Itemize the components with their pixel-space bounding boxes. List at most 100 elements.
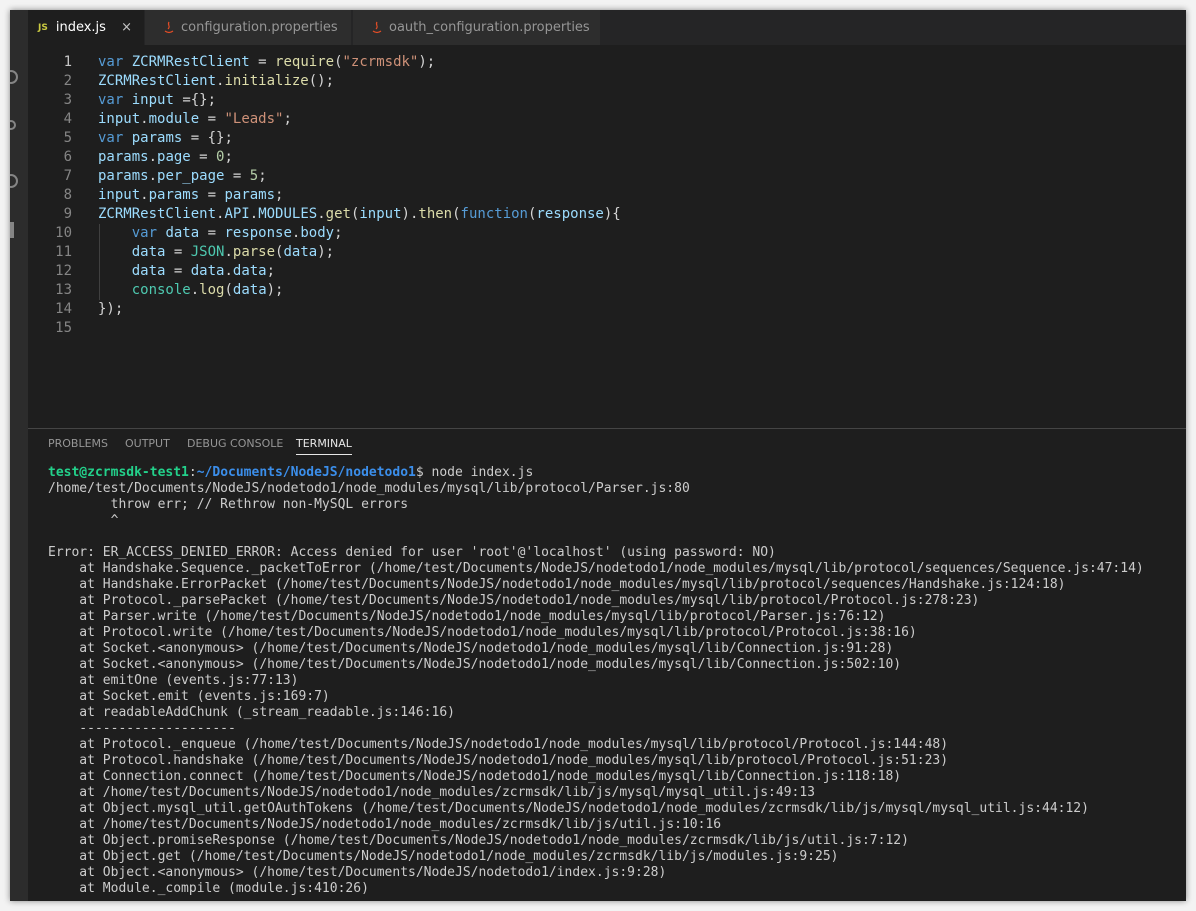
code-token: console [131, 282, 191, 298]
code-token: params [98, 168, 149, 184]
vscode-window: JS index.js × configuration.properties o… [10, 10, 1186, 901]
code-token: data [232, 282, 267, 298]
code-token: ); [418, 54, 436, 70]
tab-oauth-configuration-properties[interactable]: oauth_configuration.properties [353, 10, 601, 45]
terminal-line: at Protocol.write (/home/test/Documents/… [48, 625, 917, 640]
line-number: 7 [63, 168, 72, 184]
terminal-output[interactable]: test@zcrmsdk-test1:~/Documents/NodeJS/no… [48, 465, 1186, 901]
line-number: 14 [55, 301, 72, 317]
code-token: . [148, 149, 158, 165]
code-token: ; [283, 111, 292, 127]
source-control-icon[interactable] [10, 120, 16, 130]
code-token: initialize [224, 73, 309, 89]
code-token: . [317, 206, 326, 222]
code-token: = [165, 263, 191, 279]
code-text: data = JSON.parse(data); [98, 243, 334, 262]
code-token: data [190, 263, 225, 279]
code-token: ); [266, 282, 284, 298]
terminal-line: throw err; // Rethrow non-MySQL errors [48, 497, 409, 512]
line-number: 1 [63, 54, 72, 70]
code-token: "Leads" [224, 111, 284, 127]
code-token: = [190, 149, 217, 165]
editor-tab-bar: JS index.js × configuration.properties o… [28, 10, 1186, 45]
code-token: module [148, 111, 200, 127]
line-number: 8 [63, 187, 72, 203]
code-token: input [98, 111, 141, 127]
terminal-line: ^ [48, 513, 119, 528]
code-token: ( [334, 54, 343, 70]
code-text: console.log(data); [98, 281, 284, 300]
tab-debug-console[interactable]: DEBUG CONSOLE [187, 437, 283, 454]
debug-icon[interactable] [10, 174, 18, 188]
code-token: var [98, 92, 124, 108]
tab-label: configuration.properties [181, 20, 338, 35]
code-token: var [131, 225, 158, 241]
prompt-path: ~/Documents/NodeJS/nodetodo1 [196, 465, 416, 480]
line-number: 6 [63, 149, 72, 165]
code-token: log [199, 282, 225, 298]
java-file-icon [372, 21, 382, 33]
terminal-line: at Parser.write (/home/test/Documents/No… [48, 609, 886, 624]
code-token: MODULES [258, 206, 318, 222]
terminal-line: at Protocol._enqueue (/home/test/Documen… [48, 737, 949, 752]
terminal-line: at Socket.<anonymous> (/home/test/Docume… [48, 657, 902, 672]
search-icon[interactable] [10, 70, 18, 84]
code-token: data [283, 244, 318, 260]
code-token: input [359, 206, 402, 222]
code-token: ZCRMRestClient [131, 54, 250, 70]
terminal-line: at Handshake.ErrorPacket (/home/test/Doc… [48, 577, 1066, 592]
code-token: ={}; [173, 92, 217, 108]
tab-problems[interactable]: PROBLEMS [48, 437, 108, 454]
line-number: 5 [63, 130, 72, 146]
code-token: "zcrmsdk" [342, 54, 419, 70]
code-token: response [224, 225, 292, 241]
line-number: 15 [55, 320, 72, 336]
code-token: params [131, 130, 183, 146]
terminal-line: at Socket.<anonymous> (/home/test/Docume… [48, 641, 894, 656]
tab-configuration-properties[interactable]: configuration.properties [145, 10, 352, 45]
terminal-line: at /home/test/Documents/NodeJS/nodetodo1… [48, 817, 722, 832]
code-text: params.per_page = 5; [98, 167, 267, 186]
code-text: }); [98, 300, 123, 319]
tab-terminal[interactable]: TERMINAL [296, 437, 352, 455]
terminal-line: at Handshake.Sequence._packetToError (/h… [48, 561, 1144, 576]
tab-index-js[interactable]: JS index.js × [28, 10, 145, 45]
code-text: var ZCRMRestClient = require("zcrmsdk"); [98, 53, 435, 72]
code-token: . [249, 206, 259, 222]
code-editor[interactable]: 1 var ZCRMRestClient = require("zcrmsdk")… [28, 45, 1186, 428]
prompt-command: $ node index.js [415, 465, 534, 480]
line-number: 10 [55, 225, 72, 241]
terminal-line: at Object.mysql_util.getOAuthTokens (/ho… [48, 801, 1089, 816]
code-token: params [224, 187, 276, 203]
line-number: 2 [63, 73, 72, 89]
line-number: 11 [55, 244, 72, 260]
tab-label: index.js [55, 20, 106, 35]
terminal-line: at Protocol.handshake (/home/test/Docume… [48, 753, 949, 768]
close-icon[interactable]: × [121, 20, 132, 35]
code-text: var params = {}; [98, 129, 233, 148]
code-token: . [190, 282, 200, 298]
code-token: require [275, 54, 335, 70]
code-token: ). [401, 206, 419, 222]
terminal-line: at readableAddChunk (_stream_readable.js… [48, 705, 455, 720]
extensions-icon[interactable] [10, 222, 14, 238]
terminal-line: at emitOne (events.js:77:13) [48, 673, 299, 688]
code-token: (); [308, 73, 335, 89]
line-number: 13 [55, 282, 72, 298]
code-token: data [131, 244, 166, 260]
code-token: JSON [190, 244, 225, 260]
code-token: ; [258, 168, 267, 184]
code-text: params.page = 0; [98, 148, 233, 167]
code-token: = [199, 225, 225, 241]
activity-bar [10, 10, 28, 901]
code-text: var data = response.body; [98, 224, 343, 243]
code-text: var input ={}; [98, 91, 216, 110]
code-token: function [460, 206, 528, 222]
tab-output[interactable]: OUTPUT [125, 437, 170, 454]
code-token: data [165, 225, 200, 241]
